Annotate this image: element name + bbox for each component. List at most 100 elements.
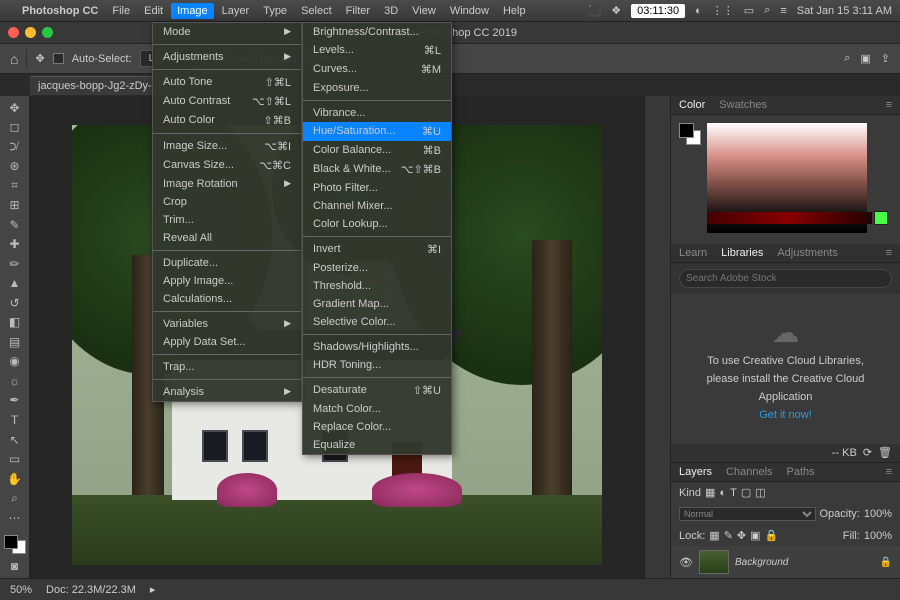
menu-layer[interactable]: Layer [222, 5, 250, 17]
menu-item[interactable]: Image Size...⌥⌘I [153, 137, 301, 156]
doc-size[interactable]: Doc: 22.3M/22.3M [46, 584, 136, 596]
stamp-tool[interactable]: ▲ [4, 276, 26, 292]
brush-tool[interactable]: ✏ [4, 256, 26, 272]
filter-pixel-icon[interactable]: ▦ [705, 486, 715, 499]
menu-type[interactable]: Type [263, 5, 287, 17]
search-icon[interactable]: ⌕ [764, 4, 770, 17]
filter-smart-icon[interactable]: ◫ [755, 486, 765, 499]
panel-menu-icon[interactable]: ≡ [886, 466, 892, 478]
tab-adjustments[interactable]: Adjustments [777, 247, 838, 259]
layer-thumbnail[interactable] [699, 550, 729, 574]
lock-pos-icon[interactable]: ✥ [737, 529, 746, 542]
history-brush-tool[interactable]: ↺ [4, 295, 26, 311]
timer[interactable]: 03:11:30 [631, 4, 685, 18]
menu-item[interactable]: Match Color... [303, 400, 451, 418]
eraser-tool[interactable]: ◧ [4, 315, 26, 331]
tab-swatches[interactable]: Swatches [719, 99, 767, 111]
frame-tool[interactable]: ⊞ [4, 198, 26, 214]
hand-tool[interactable]: ✋ [4, 471, 26, 487]
menu-item[interactable]: Threshold... [303, 277, 451, 295]
tab-paths[interactable]: Paths [787, 466, 815, 478]
menu-item[interactable]: Exposure... [303, 79, 451, 97]
menu-window[interactable]: Window [450, 5, 489, 17]
minimize-window-button[interactable] [25, 27, 36, 38]
status-icon[interactable]: ⬛ [588, 4, 602, 17]
share-icon[interactable]: ⇪ [881, 52, 890, 65]
gradient-tool[interactable]: ▤ [4, 334, 26, 350]
menu-item[interactable]: Adjustments▶ [153, 48, 301, 66]
blur-tool[interactable]: ◉ [4, 354, 26, 370]
tab-color[interactable]: Color [679, 99, 705, 111]
control-center-icon[interactable]: ≡ [780, 5, 786, 17]
wifi-icon[interactable]: ⋮⋮ [712, 4, 734, 17]
menu-item[interactable]: Calculations... [153, 290, 301, 308]
lasso-tool[interactable]: ⟉ [4, 139, 26, 155]
healing-tool[interactable]: ✚ [4, 237, 26, 253]
color-swatches[interactable] [4, 535, 26, 554]
menu-item[interactable]: Levels...⌘L [303, 41, 451, 60]
status-arrow-icon[interactable]: ▸ [150, 583, 156, 596]
lock-paint-icon[interactable]: ✎ [724, 529, 733, 542]
menu-3d[interactable]: 3D [384, 5, 398, 17]
menu-item[interactable]: Selective Color... [303, 313, 451, 331]
lock-all-icon[interactable]: 🔒 [765, 529, 779, 542]
menu-item[interactable]: Vibrance... [303, 104, 451, 122]
menu-item[interactable]: Color Lookup... [303, 215, 451, 233]
panel-menu-icon[interactable]: ≡ [886, 247, 892, 259]
zoom-level[interactable]: 50% [10, 584, 32, 596]
trash-icon[interactable]: 🗑 [878, 446, 892, 459]
menu-item[interactable]: Auto Contrast⌥⇧⌘L [153, 92, 301, 111]
lock-icon[interactable]: 🔒 [880, 557, 892, 568]
tab-libraries[interactable]: Libraries [721, 247, 763, 259]
toggle-icon[interactable]: ◐ [695, 5, 702, 17]
move-tool[interactable]: ✥ [4, 100, 26, 116]
marquee-tool[interactable]: ◻ [4, 120, 26, 136]
tab-learn[interactable]: Learn [679, 247, 707, 259]
hue-slider[interactable] [707, 212, 872, 224]
tab-layers[interactable]: Layers [679, 466, 712, 478]
menu-item[interactable]: Mode▶ [153, 23, 301, 41]
menu-item[interactable]: Gradient Map... [303, 295, 451, 313]
menu-item[interactable]: Image Rotation▶ [153, 175, 301, 193]
menu-view[interactable]: View [412, 5, 436, 17]
menu-filter[interactable]: Filter [346, 5, 370, 17]
menu-item[interactable]: Auto Tone⇧⌘L [153, 73, 301, 92]
blend-mode-dropdown[interactable]: Normal [679, 507, 816, 521]
menu-item[interactable]: Channel Mixer... [303, 197, 451, 215]
dodge-tool[interactable]: ☼ [4, 373, 26, 389]
autoselect-checkbox[interactable] [53, 53, 64, 64]
menu-file[interactable]: File [112, 5, 130, 17]
menu-edit[interactable]: Edit [144, 5, 163, 17]
color-fg-bg[interactable] [679, 123, 701, 145]
menu-item[interactable]: Color Balance...⌘B [303, 141, 451, 160]
menu-help[interactable]: Help [503, 5, 526, 17]
more-tools[interactable]: ⋯ [4, 510, 26, 526]
type-tool[interactable]: T [4, 412, 26, 428]
menu-item[interactable]: HDR Toning... [303, 356, 451, 374]
menu-item[interactable]: Replace Color... [303, 418, 451, 436]
battery-icon[interactable]: ▭ [744, 4, 754, 17]
clock[interactable]: Sat Jan 15 3:11 AM [797, 5, 892, 17]
menu-item[interactable]: Curves...⌘M [303, 60, 451, 79]
quick-select-tool[interactable]: ⊛ [4, 159, 26, 175]
menu-item[interactable]: Black & White...⌥⇧⌘B [303, 160, 451, 179]
search-icon[interactable]: ⌕ [844, 52, 850, 65]
tab-channels[interactable]: Channels [726, 466, 772, 478]
hue-indicator[interactable] [874, 211, 888, 225]
menu-item[interactable]: Posterize... [303, 259, 451, 277]
menu-item[interactable]: Trim... [153, 211, 301, 229]
menu-item[interactable]: Photo Filter... [303, 179, 451, 197]
layer-row[interactable]: 👁 Background 🔒 [671, 546, 900, 578]
app-menu[interactable]: Photoshop CC [22, 5, 98, 17]
menu-item[interactable]: Equalize [303, 436, 451, 454]
menu-select[interactable]: Select [301, 5, 332, 17]
filter-shape-icon[interactable]: ▢ [741, 486, 751, 499]
filter-type-icon[interactable]: T [730, 487, 737, 499]
lock-artboard-icon[interactable]: ▣ [750, 529, 760, 542]
visibility-icon[interactable]: 👁 [679, 556, 693, 569]
sync-icon[interactable]: ⟳ [863, 446, 872, 459]
menu-item[interactable]: Invert⌘I [303, 240, 451, 259]
stock-search-input[interactable] [679, 269, 892, 288]
home-icon[interactable]: ⌂ [10, 51, 18, 67]
opacity-value[interactable]: 100% [864, 508, 892, 520]
